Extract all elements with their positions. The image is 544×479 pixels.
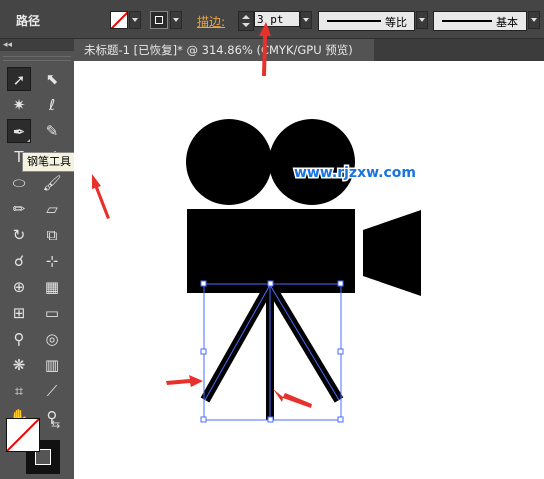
camera-reel-right — [269, 119, 355, 205]
artwork: www.rjzxw.com — [92, 22, 421, 423]
arrow-center-leg — [273, 389, 312, 408]
camera-lens — [363, 210, 421, 296]
tripod — [200, 282, 344, 420]
watermark-text: www.rjzxw.com — [294, 165, 416, 181]
arrow-pen-tool — [92, 174, 110, 219]
arrow-stroke-weight — [259, 22, 271, 76]
camera-reel-left — [186, 119, 272, 205]
camera-body — [187, 209, 355, 293]
arrow-left-leg — [166, 375, 203, 387]
